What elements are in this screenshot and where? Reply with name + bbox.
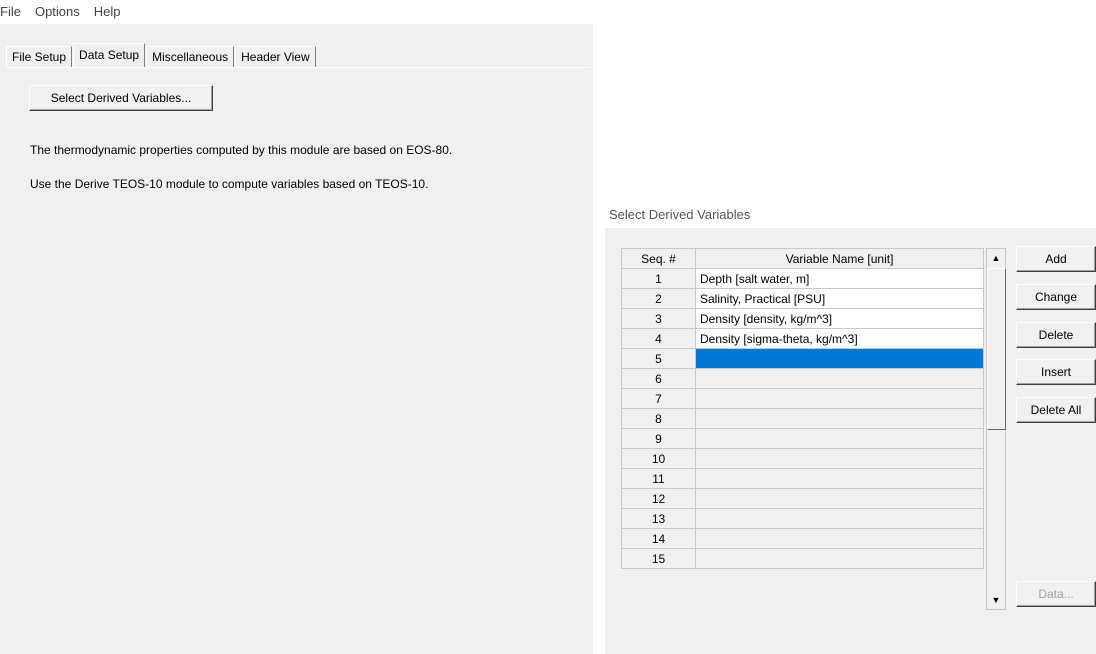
row-variable-name-cell[interactable] — [695, 488, 984, 509]
menu-help[interactable]: Help — [88, 4, 127, 19]
table-row[interactable]: 3 Density [density, kg/m^3] — [621, 308, 984, 329]
select-derived-variables-button[interactable]: Select Derived Variables... — [29, 85, 213, 111]
row-seq-cell: 13 — [621, 508, 696, 529]
row-seq-cell: 14 — [621, 528, 696, 549]
row-seq-cell: 1 — [621, 268, 696, 289]
table-row[interactable]: 9 — [621, 428, 984, 449]
table-row[interactable]: 5 — [621, 348, 984, 369]
row-seq-cell: 9 — [621, 428, 696, 449]
delete-button[interactable]: Delete — [1016, 322, 1096, 348]
tab-miscellaneous[interactable]: Miscellaneous — [146, 46, 235, 67]
row-seq-cell: 8 — [621, 408, 696, 429]
change-button[interactable]: Change — [1016, 284, 1096, 310]
table-row[interactable]: 10 — [621, 448, 984, 469]
table-row[interactable]: 6 — [621, 368, 984, 389]
row-variable-name-cell[interactable]: Density [sigma-theta, kg/m^3] — [695, 328, 984, 349]
row-seq-cell: 6 — [621, 368, 696, 389]
table-row[interactable]: 12 — [621, 488, 984, 509]
row-seq-cell: 12 — [621, 488, 696, 509]
insert-button[interactable]: Insert — [1016, 359, 1096, 385]
row-variable-name-cell[interactable] — [695, 468, 984, 489]
teos10-info-text: Use the Derive TEOS-10 module to compute… — [30, 177, 429, 191]
row-variable-name-cell[interactable]: Salinity, Practical [PSU] — [695, 288, 984, 309]
tab-header-view[interactable]: Header View — [235, 46, 316, 67]
table-row[interactable]: 15 — [621, 548, 984, 569]
row-seq-cell: 7 — [621, 388, 696, 409]
tab-file-setup[interactable]: File Setup — [6, 46, 73, 67]
row-variable-name-cell[interactable] — [695, 348, 984, 369]
add-button[interactable]: Add — [1016, 246, 1096, 272]
row-variable-name-cell[interactable]: Depth [salt water, m] — [695, 268, 984, 289]
tab-strip: File Setup Data Setup Miscellaneous Head… — [6, 43, 317, 67]
row-variable-name-cell[interactable] — [695, 368, 984, 389]
row-variable-name-cell[interactable]: Density [density, kg/m^3] — [695, 308, 984, 329]
row-variable-name-cell[interactable] — [695, 428, 984, 449]
row-seq-cell: 2 — [621, 288, 696, 309]
table-row[interactable]: 1 Depth [salt water, m] — [621, 268, 984, 289]
tab-data-setup[interactable]: Data Setup — [73, 43, 146, 67]
table-row[interactable]: 7 — [621, 388, 984, 409]
menu-bar: File Options Help — [0, 0, 600, 22]
table-row[interactable]: 14 — [621, 528, 984, 549]
row-variable-name-cell[interactable] — [695, 408, 984, 429]
scroll-up-icon[interactable]: ▲ — [987, 249, 1005, 267]
row-variable-name-cell[interactable] — [695, 448, 984, 469]
row-variable-name-cell[interactable] — [695, 548, 984, 569]
row-seq-cell: 15 — [621, 548, 696, 569]
table-row[interactable]: 11 — [621, 468, 984, 489]
delete-all-button[interactable]: Delete All — [1016, 397, 1096, 423]
scrollbar-thumb[interactable] — [987, 268, 1006, 430]
row-variable-name-cell[interactable] — [695, 388, 984, 409]
table-row[interactable]: 2 Salinity, Practical [PSU] — [621, 288, 984, 309]
variables-grid[interactable]: Seq. # Variable Name [unit] 1 Depth [salt… — [621, 248, 984, 569]
eos80-info-text: The thermodynamic properties computed by… — [30, 143, 453, 157]
row-seq-cell: 3 — [621, 308, 696, 329]
scroll-down-icon[interactable]: ▼ — [987, 591, 1005, 609]
row-seq-cell: 10 — [621, 448, 696, 469]
data-button[interactable]: Data... — [1016, 581, 1096, 607]
grid-scrollbar[interactable]: ▲ ▼ — [986, 248, 1006, 610]
row-seq-cell: 4 — [621, 328, 696, 349]
table-row[interactable]: 4 Density [sigma-theta, kg/m^3] — [621, 328, 984, 349]
menu-file[interactable]: File — [0, 4, 27, 19]
table-row[interactable]: 13 — [621, 508, 984, 529]
menu-options[interactable]: Options — [29, 4, 86, 19]
dialog-title: Select Derived Variables — [609, 207, 751, 222]
grid-header-row: Seq. # Variable Name [unit] — [621, 248, 984, 269]
row-seq-cell: 5 — [621, 348, 696, 369]
row-variable-name-cell[interactable] — [695, 508, 984, 529]
seq-column-header: Seq. # — [621, 248, 696, 269]
row-variable-name-cell[interactable] — [695, 528, 984, 549]
table-row[interactable]: 8 — [621, 408, 984, 429]
variable-name-column-header: Variable Name [unit] — [695, 248, 984, 269]
row-seq-cell: 11 — [621, 468, 696, 489]
